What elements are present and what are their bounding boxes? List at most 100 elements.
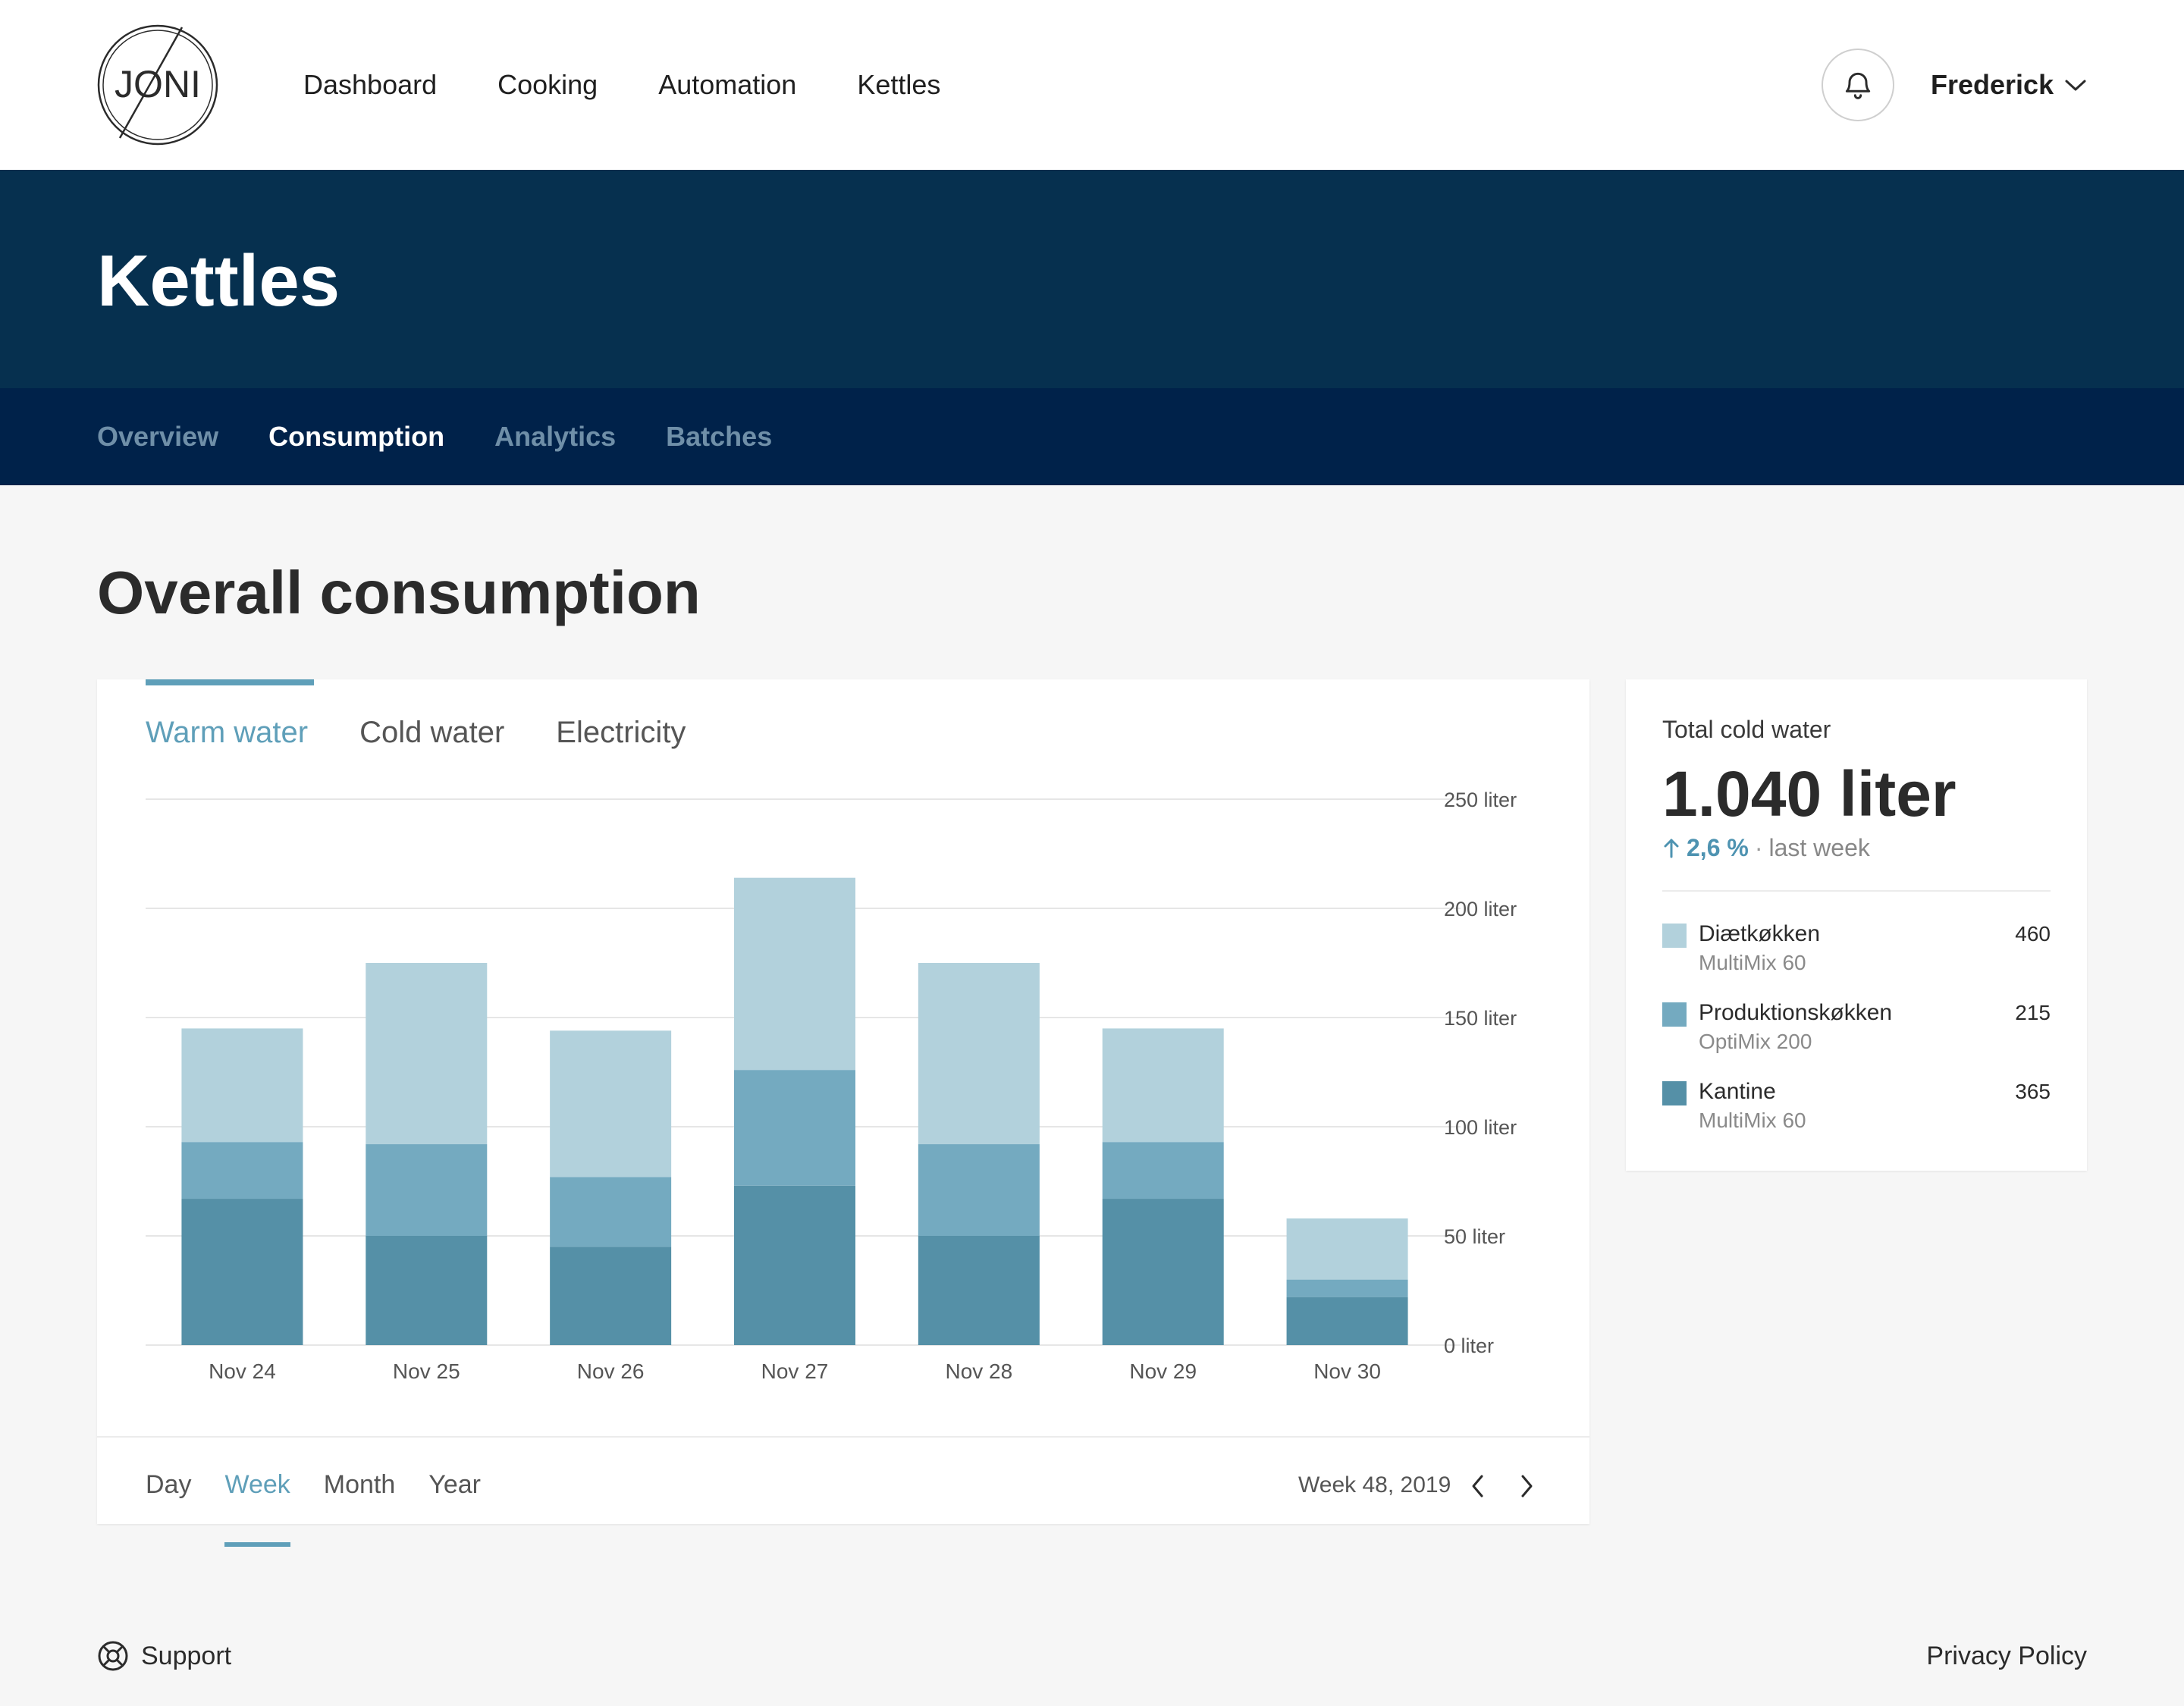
chart-footer: Day Week Month Year Week 48, 2019 xyxy=(97,1436,1589,1547)
bar-segment xyxy=(1102,1199,1224,1345)
period-tab-day[interactable]: Day xyxy=(146,1463,191,1506)
legend-model: MultiMix 60 xyxy=(1699,1109,1806,1132)
tab-overview[interactable]: Overview xyxy=(97,416,218,458)
active-tab-indicator xyxy=(146,679,314,685)
metric-tabs: Warm water Cold water Electricity xyxy=(146,707,686,758)
x-tick-label: Nov 26 xyxy=(577,1359,645,1383)
legend-name: Diætkøkken xyxy=(1699,921,1821,946)
bar-segment xyxy=(550,1030,672,1178)
user-menu[interactable]: Frederick xyxy=(1931,61,2087,109)
y-tick-label: 150 liter xyxy=(1444,1007,1517,1030)
change-separator: · xyxy=(1754,834,1763,861)
lifebuoy-icon xyxy=(98,1641,128,1671)
bar-segment xyxy=(181,1028,303,1143)
user-name: Frederick xyxy=(1931,69,2054,100)
chevron-left-icon xyxy=(1472,1475,1483,1497)
nav-item-kettles[interactable]: Kettles xyxy=(857,61,940,109)
tab-consumption[interactable]: Consumption xyxy=(268,416,444,458)
nav-item-cooking[interactable]: Cooking xyxy=(497,61,598,109)
legend-value: 460 xyxy=(2015,922,2051,946)
bar-segment xyxy=(550,1177,672,1247)
x-tick-label: Nov 28 xyxy=(945,1359,1012,1383)
bar-segment xyxy=(366,963,488,1145)
bar-segment xyxy=(181,1142,303,1200)
consumption-chart-card: 0 liter 50 liter 100 liter 150 liter 200 lit… xyxy=(97,679,1589,1547)
previous-week-button[interactable] xyxy=(1459,1465,1497,1507)
tab-batches[interactable]: Batches xyxy=(666,416,772,458)
period-tab-week[interactable]: Week xyxy=(224,1463,291,1547)
week-label: Week 48, 2019 xyxy=(1298,1472,1451,1497)
notifications-button[interactable] xyxy=(1822,49,1894,121)
bar-segment xyxy=(366,1236,488,1345)
sub-navigation: Overview Consumption Analytics Batches xyxy=(0,388,2184,485)
chevron-right-icon xyxy=(1521,1475,1533,1497)
bell-icon xyxy=(1845,72,1871,99)
summary-total: 1.040 liter xyxy=(1662,758,1956,829)
bar-segment xyxy=(550,1247,672,1345)
consumption-chart: 0 liter 50 liter 100 liter 150 liter 200 lit… xyxy=(146,789,1517,1383)
tab-cold-water[interactable]: Cold water xyxy=(359,707,504,758)
support-link[interactable]: Support xyxy=(97,1638,231,1674)
nav-item-automation[interactable]: Automation xyxy=(658,61,796,109)
bar-segment xyxy=(734,877,855,1071)
bar-segment xyxy=(918,1236,1040,1345)
x-tick-label: Nov 24 xyxy=(209,1359,276,1383)
section-title: Overall consumption xyxy=(97,559,701,626)
summary-divider xyxy=(1662,890,2051,892)
change-period: last week xyxy=(1768,834,1870,861)
tab-electricity[interactable]: Electricity xyxy=(556,707,686,758)
period-tab-year[interactable]: Year xyxy=(428,1463,481,1506)
bar-segment xyxy=(1286,1297,1408,1345)
y-tick-label: 200 liter xyxy=(1444,898,1517,920)
legend-swatch xyxy=(1662,924,1687,948)
support-label: Support xyxy=(141,1642,232,1670)
legend-model: OptiMix 200 xyxy=(1699,1030,1812,1053)
legend-model: MultiMix 60 xyxy=(1699,951,1806,974)
x-tick-label: Nov 29 xyxy=(1129,1359,1197,1383)
summary-change: 2,6 % · last week xyxy=(1662,831,1870,864)
legend-swatch xyxy=(1662,1002,1687,1027)
legend-name: Produktionskøkken xyxy=(1699,1000,1893,1025)
top-navigation: JONI Dashboard Cooking Automation Kettle… xyxy=(0,0,2184,170)
bar-segment xyxy=(1286,1218,1408,1280)
y-tick-label: 50 liter xyxy=(1444,1225,1505,1248)
bar-segment xyxy=(1102,1142,1224,1200)
x-tick-label: Nov 30 xyxy=(1313,1359,1381,1383)
chevron-down-icon xyxy=(2065,80,2086,91)
bar-segment xyxy=(734,1185,855,1345)
bar-segment xyxy=(734,1070,855,1186)
page-title: Kettles xyxy=(97,240,340,321)
bar-segment xyxy=(1286,1279,1408,1297)
joni-logo[interactable]: JONI xyxy=(97,24,218,146)
legend-item-diaetkoekken: Diætkøkken MultiMix 60 460 xyxy=(1662,916,2051,980)
next-week-button[interactable] xyxy=(1508,1465,1545,1507)
summary-label: Total cold water xyxy=(1662,716,1831,743)
change-value: 2,6 % xyxy=(1687,834,1749,861)
legend-value: 365 xyxy=(2015,1080,2051,1103)
tab-warm-water[interactable]: Warm water xyxy=(146,707,308,758)
bar-segment xyxy=(366,1144,488,1236)
summary-card: Total cold water 1.040 liter 2,6 % · las… xyxy=(1626,679,2087,1171)
bar-segment xyxy=(1102,1028,1224,1143)
page-header: Kettles xyxy=(0,170,2184,388)
nav-item-dashboard[interactable]: Dashboard xyxy=(303,61,437,109)
bar-segment xyxy=(918,1144,1040,1236)
y-tick-label: 250 liter xyxy=(1444,789,1517,811)
tab-analytics[interactable]: Analytics xyxy=(494,416,616,458)
privacy-policy-link[interactable]: Privacy Policy xyxy=(1926,1638,2087,1674)
legend-swatch xyxy=(1662,1081,1687,1105)
legend-name: Kantine xyxy=(1699,1079,1776,1104)
svg-text:JONI: JONI xyxy=(115,63,201,105)
y-tick-label: 0 liter xyxy=(1444,1334,1494,1357)
period-tab-month[interactable]: Month xyxy=(324,1463,396,1506)
legend-value: 215 xyxy=(2015,1001,2051,1024)
bar-segment xyxy=(181,1199,303,1345)
arrow-up-icon xyxy=(1664,839,1679,858)
y-tick-label: 100 liter xyxy=(1444,1116,1517,1139)
legend-item-kantine: Kantine MultiMix 60 365 xyxy=(1662,1074,2051,1137)
x-tick-label: Nov 25 xyxy=(393,1359,460,1383)
x-tick-label: Nov 27 xyxy=(761,1359,829,1383)
legend-item-produktionskoekken: Produktionskøkken OptiMix 200 215 xyxy=(1662,995,2051,1058)
main-nav: Dashboard Cooking Automation Kettles xyxy=(303,61,940,109)
period-tabs: Day Week Month Year xyxy=(146,1463,481,1547)
